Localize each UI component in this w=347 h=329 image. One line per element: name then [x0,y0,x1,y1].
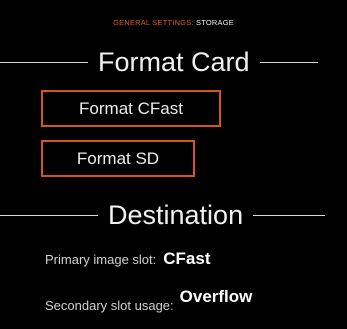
breadcrumb-current: STORAGE [196,18,234,27]
secondary-slot-usage-label: Secondary slot usage: [45,298,174,313]
secondary-slot-usage-setting: Secondary slot usage: Overflow [45,287,252,315]
divider-left [0,61,88,63]
secondary-slot-usage-value[interactable]: Overflow [180,287,253,307]
divider-left [0,214,98,216]
primary-image-slot-setting: Primary image slot: CFast [45,249,210,269]
destination-title: Destination [108,200,244,230]
divider-right [253,214,326,216]
format-card-heading: Format Card [0,46,347,78]
divider-right [259,61,318,63]
primary-image-slot-value[interactable]: CFast [163,249,210,269]
breadcrumb: GENERAL SETTINGS: STORAGE [0,18,347,28]
format-sd-button[interactable]: Format SD [41,140,195,177]
destination-heading: Destination [0,199,347,231]
breadcrumb-parent: GENERAL SETTINGS: [113,18,194,27]
format-cfast-button[interactable]: Format CFast [41,90,221,127]
primary-image-slot-label: Primary image slot: [45,252,157,267]
format-card-title: Format Card [98,47,250,77]
